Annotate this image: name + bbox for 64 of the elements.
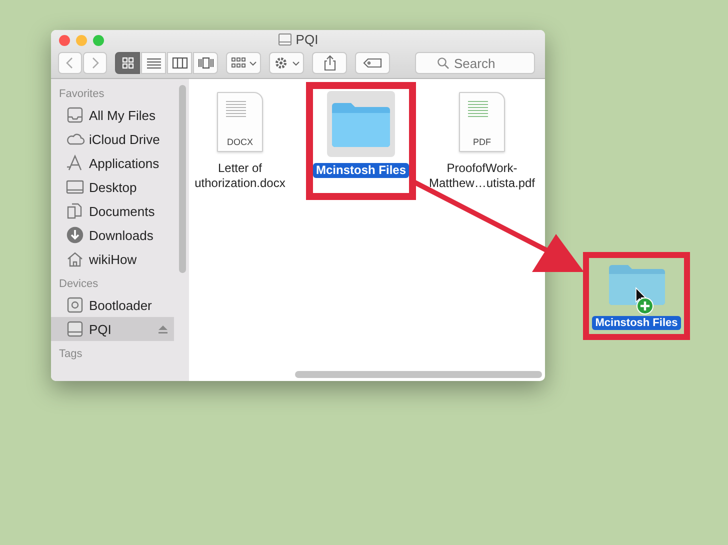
sidebar-item[interactable]: Desktop — [51, 175, 174, 199]
sidebar-item[interactable]: Downloads — [51, 223, 174, 247]
sidebar-item[interactable]: Applications — [51, 151, 174, 175]
folder-name: Mcinstosh Files — [592, 316, 681, 330]
sidebar-section-heading: Favorites — [58, 87, 106, 102]
share-icon — [322, 55, 336, 71]
sidebar-item[interactable]: All My Files — [51, 103, 174, 127]
sidebar-item[interactable]: PQI — [51, 317, 174, 341]
house-icon — [65, 250, 85, 268]
monitor-icon — [65, 178, 85, 196]
sidebar-item-label: wikiHow — [89, 252, 137, 266]
drive-icon — [278, 33, 292, 46]
pdf-document-icon: PDF — [459, 92, 505, 152]
scrollbar-thumb[interactable] — [179, 85, 186, 273]
sidebar-section-heading: Devices — [58, 277, 100, 292]
window-title: PQI — [296, 32, 318, 47]
search-field[interactable]: Search — [415, 52, 535, 74]
file-name: Letter of uthorization.docx — [194, 161, 286, 191]
folder-with-plus-drawing — [606, 262, 666, 316]
sidebar-item[interactable]: iCloud Drive — [51, 127, 174, 151]
file-name: Mcinstosh Files — [312, 163, 410, 178]
sidebar-item[interactable]: Bootloader — [51, 293, 174, 317]
folder-icon — [330, 100, 392, 148]
columns-icon — [172, 57, 188, 69]
search-icon — [437, 57, 449, 69]
gear-icon — [274, 56, 300, 70]
download-icon — [65, 226, 85, 244]
close-button[interactable] — [59, 34, 70, 46]
view-mode-button[interactable] — [115, 52, 140, 74]
arrange-button[interactable] — [226, 52, 261, 74]
dragged-folder[interactable]: Mcinstosh Files — [583, 252, 690, 340]
cover-flow-icon — [198, 57, 214, 69]
view-mode-button[interactable] — [141, 52, 166, 74]
sidebar-item-label: Bootloader — [89, 298, 152, 312]
share-button[interactable] — [312, 52, 347, 74]
file-item[interactable]: DOCX Letter of uthorization.docx — [181, 85, 299, 197]
sidebar-item-label: All My Files — [89, 108, 156, 122]
drive-icon — [65, 320, 85, 338]
view-mode-button[interactable] — [193, 52, 218, 74]
file-item[interactable]: Mcinstosh Files — [309, 85, 413, 197]
chevron-right-icon — [91, 57, 99, 69]
grid-icon — [120, 57, 136, 69]
sidebar-item-label: Applications — [89, 156, 160, 170]
sidebar-item[interactable]: Documents — [51, 199, 174, 223]
sidebar-item-label: PQI — [89, 322, 112, 336]
grid-dropdown-icon — [230, 57, 256, 69]
document-icon: DOCX — [217, 92, 263, 152]
tray-icon — [65, 106, 85, 124]
file-item[interactable]: PDF ProofofWork- Matthew…utista.pdf — [423, 85, 541, 197]
sidebar-item-label: Desktop — [89, 180, 137, 194]
action-gear-button[interactable] — [269, 52, 304, 74]
tag-icon — [362, 58, 382, 68]
view-mode-button[interactable] — [167, 52, 192, 74]
sidebar-item-label: Documents — [89, 204, 155, 218]
sidebar-section-heading: Tags — [58, 347, 84, 362]
drive-icon — [65, 296, 85, 314]
chevron-left-icon — [66, 57, 74, 69]
sidebar-item[interactable]: wikiHow — [51, 247, 174, 271]
sidebar-item-label: Downloads — [89, 228, 154, 242]
list-icon — [146, 57, 162, 69]
sidebar-item-label: iCloud Drive — [89, 132, 160, 146]
tag-button[interactable] — [355, 52, 390, 74]
file-name: ProofofWork- Matthew…utista.pdf — [428, 161, 536, 191]
scrollbar-thumb[interactable] — [295, 371, 542, 378]
